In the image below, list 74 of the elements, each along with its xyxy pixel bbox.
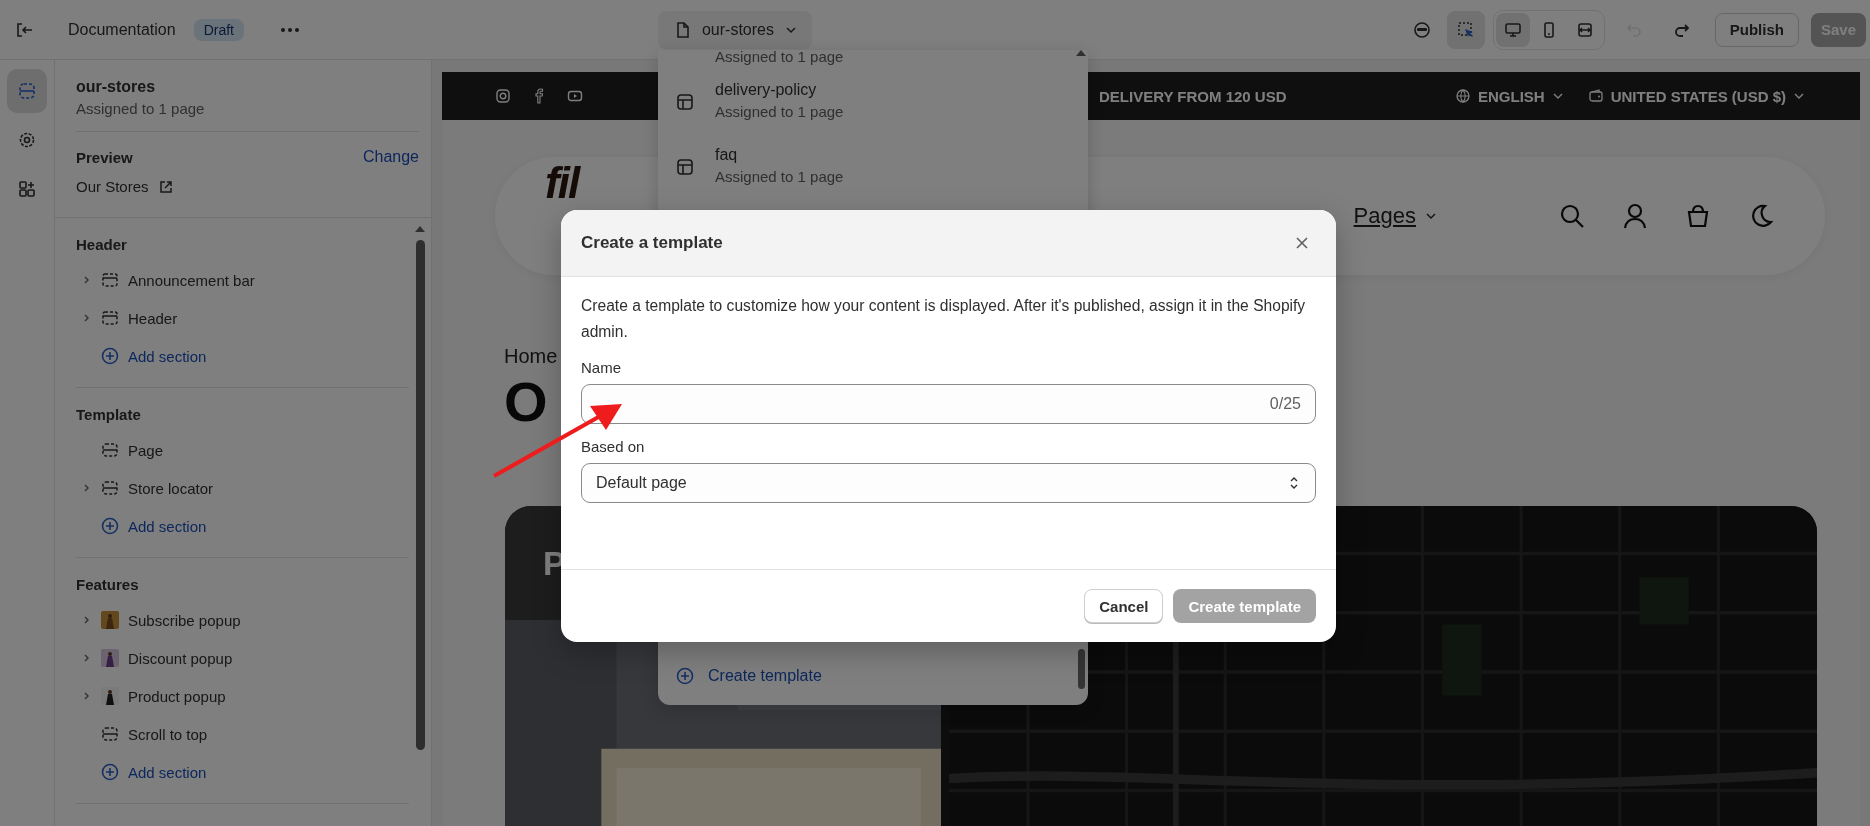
section-item[interactable]: Discount popup — [128, 649, 233, 667]
add-section-link[interactable]: Add section — [101, 753, 207, 791]
sections-tab[interactable] — [7, 69, 47, 113]
change-link[interactable]: Change — [362, 148, 419, 166]
dialog-title: Create a template — [581, 233, 723, 253]
section-item[interactable]: Announcement bar — [128, 271, 255, 289]
nav-link[interactable]: Pages — [1353, 203, 1416, 229]
language-selector[interactable]: ENGLISH — [1455, 87, 1564, 105]
sections-icon — [17, 81, 37, 101]
add-icon — [101, 517, 119, 535]
currency-selector[interactable]: UNITED STATES (USD $) — [1587, 87, 1805, 105]
youtube-icon[interactable] — [567, 88, 583, 104]
external-link-icon[interactable] — [158, 179, 173, 194]
group-title: Header — [76, 236, 128, 253]
cursor-icon — [1455, 19, 1476, 40]
settings-icon — [17, 130, 37, 150]
name-field[interactable]: 0/25 — [581, 384, 1316, 424]
template-icon — [676, 158, 694, 176]
assignment-text: Assigned to 1 page — [76, 100, 206, 117]
group-title: Features — [76, 576, 140, 593]
section-icon — [101, 479, 119, 497]
preview-label: Preview — [76, 148, 133, 166]
group-title: Template — [76, 406, 142, 423]
template-icon — [676, 93, 694, 111]
section-item[interactable]: Subscribe popup — [128, 611, 241, 629]
field-label: Name — [581, 359, 621, 376]
store-logo[interactable]: fil — [545, 161, 579, 205]
select-button[interactable] — [1446, 10, 1485, 49]
globe-icon — [1455, 88, 1471, 104]
publish-button[interactable]: Publish — [1714, 12, 1799, 47]
template-picker[interactable]: our-stores — [657, 10, 812, 49]
add-icon — [101, 763, 119, 781]
cancel-button[interactable]: Cancel — [1084, 589, 1164, 623]
header-section-icon — [101, 309, 119, 327]
dialog-description: Create a template to customize how your content is displayed. After it's published, assign it in the Shopify admin. — [581, 296, 1307, 342]
account-icon[interactable] — [1621, 202, 1649, 230]
template-name: our-stores — [76, 78, 157, 96]
scroll-up-icon[interactable] — [1076, 50, 1086, 56]
announcement-text: DELIVERY FROM 120 USD — [1099, 87, 1287, 105]
preview-page: Our Stores — [76, 178, 149, 195]
instagram-icon[interactable] — [495, 88, 511, 104]
apps-icon — [17, 179, 37, 199]
based-on-select[interactable]: Default page — [581, 463, 1316, 503]
template-option[interactable]: faq Assigned to 1 page — [676, 130, 1046, 195]
template-option[interactable]: delivery-policy Assigned to 1 page — [676, 65, 1046, 130]
status-badge: Draft — [193, 18, 244, 41]
section-item[interactable]: Store locator — [128, 479, 214, 497]
header-section-icon — [101, 271, 119, 289]
section-icon — [101, 725, 119, 743]
add-section-link[interactable]: Add section — [101, 337, 207, 375]
close-icon[interactable] — [1294, 235, 1310, 251]
more-icon[interactable] — [279, 26, 300, 33]
section-item[interactable]: Product popup — [128, 687, 226, 705]
section-item[interactable]: Page — [128, 441, 164, 459]
scrollbar-thumb[interactable] — [1077, 649, 1085, 689]
page-heading: O — [504, 374, 548, 430]
full-width-icon — [1575, 20, 1594, 39]
desktop-view-button[interactable] — [1495, 12, 1530, 47]
scrollbar-thumb[interactable] — [415, 240, 425, 750]
theme-name: Documentation — [68, 20, 176, 39]
template-subtitle: Assigned to 1 page — [715, 48, 844, 65]
add-icon — [676, 667, 694, 685]
add-icon — [101, 347, 119, 365]
inspector-icon — [1411, 19, 1432, 40]
scroll-up-icon[interactable] — [415, 226, 425, 232]
wallet-icon — [1587, 88, 1604, 104]
section-item[interactable]: Header — [128, 309, 178, 327]
create-template-link[interactable]: Create template — [676, 667, 822, 685]
desktop-icon — [1503, 20, 1522, 39]
section-item[interactable]: Scroll to top — [128, 725, 208, 743]
search-icon[interactable] — [1558, 202, 1586, 230]
add-section-link[interactable]: Add section — [101, 507, 207, 545]
section-icon — [101, 441, 119, 459]
field-label: Based on — [581, 438, 645, 455]
